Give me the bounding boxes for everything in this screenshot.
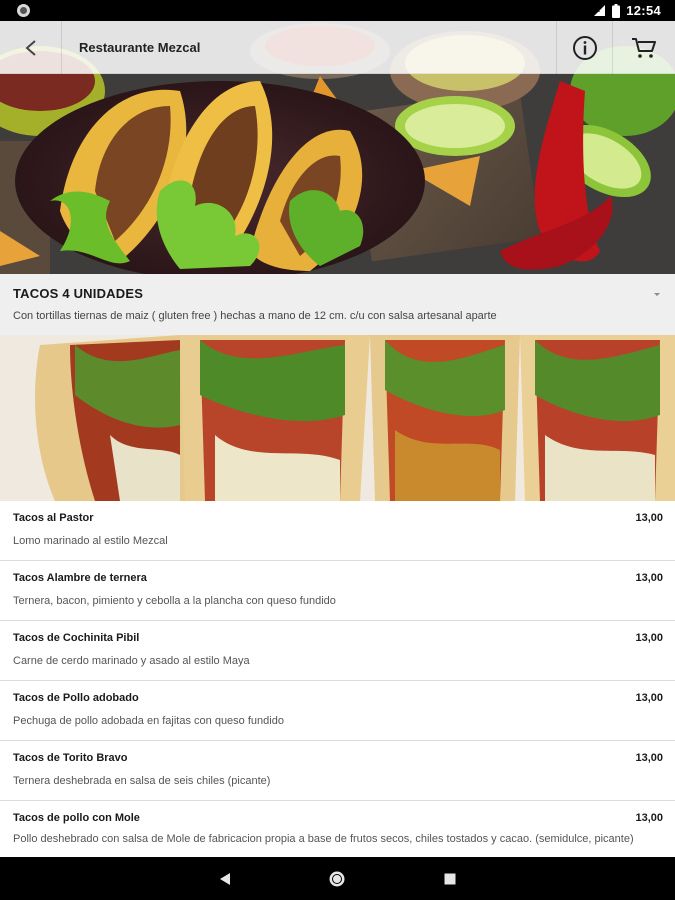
category-image: [0, 335, 675, 501]
notification-icon: [17, 4, 30, 17]
item-description: Lomo marinado al estilo Mezcal: [13, 535, 168, 547]
item-description: Pollo deshebrado con salsa de Mole de fa…: [13, 833, 634, 845]
info-button[interactable]: [556, 21, 612, 74]
item-name: Tacos Alambre de ternera: [13, 572, 147, 584]
item-description: Ternera deshebrada en salsa de seis chil…: [13, 775, 271, 787]
list-item[interactable]: Tacos Alambre de ternera 13,00 Ternera, …: [0, 561, 675, 621]
app-bar: Restaurante Mezcal: [0, 21, 675, 74]
nav-recents-icon: [444, 873, 456, 885]
item-name: Tacos al Pastor: [13, 512, 94, 524]
list-item[interactable]: Tacos de Pollo adobado 13,00 Pechuga de …: [0, 681, 675, 741]
chevron-down-icon[interactable]: [651, 288, 663, 300]
arrow-back-icon: [24, 39, 36, 56]
item-name: Tacos de Torito Bravo: [13, 752, 128, 764]
info-icon: [572, 35, 597, 60]
item-description: Ternera, bacon, pimiento y cebolla a la …: [13, 595, 336, 607]
battery-icon: [612, 3, 621, 18]
nav-home-icon: [329, 871, 345, 887]
item-price: 13,00: [635, 632, 663, 644]
item-name: Tacos de pollo con Mole: [13, 812, 140, 824]
navigation-bar: [0, 857, 675, 900]
cart-button[interactable]: [612, 21, 675, 74]
cart-icon: [632, 37, 656, 58]
page-title: Restaurante Mezcal: [79, 40, 201, 55]
item-price: 13,00: [635, 512, 663, 524]
list-item[interactable]: Tacos de pollo con Mole 13,00 Pollo desh…: [0, 801, 675, 857]
nav-home-button[interactable]: [325, 867, 349, 891]
item-name: Tacos de Cochinita Pibil: [13, 632, 140, 644]
list-item[interactable]: Tacos de Cochinita Pibil 13,00 Carne de …: [0, 621, 675, 681]
item-price: 13,00: [635, 572, 663, 584]
nav-recents-button[interactable]: [438, 867, 462, 891]
svg-text:x: x: [596, 7, 600, 14]
back-button[interactable]: [0, 21, 62, 74]
item-description: Carne de cerdo marinado y asado al estil…: [13, 655, 250, 667]
status-bar: x 12:54: [0, 0, 675, 21]
nav-back-button[interactable]: [213, 867, 237, 891]
category-header[interactable]: TACOS 4 UNIDADES Con tortillas tiernas d…: [0, 274, 675, 335]
item-price: 13,00: [635, 812, 663, 824]
clock: 12:54: [626, 3, 661, 18]
item-description: Pechuga de pollo adobada en fajitas con …: [13, 715, 284, 727]
nav-back-icon: [220, 873, 230, 885]
menu-items-list: Tacos al Pastor 13,00 Lomo marinado al e…: [0, 501, 675, 857]
item-price: 13,00: [635, 752, 663, 764]
item-price: 13,00: [635, 692, 663, 704]
list-item[interactable]: Tacos de Torito Bravo 13,00 Ternera desh…: [0, 741, 675, 801]
category-title: TACOS 4 UNIDADES: [13, 286, 144, 301]
signal-icon: x: [594, 5, 606, 16]
item-name: Tacos de Pollo adobado: [13, 692, 139, 704]
list-item[interactable]: Tacos al Pastor 13,00 Lomo marinado al e…: [0, 501, 675, 561]
category-description: Con tortillas tiernas de maiz ( gluten f…: [13, 310, 497, 322]
